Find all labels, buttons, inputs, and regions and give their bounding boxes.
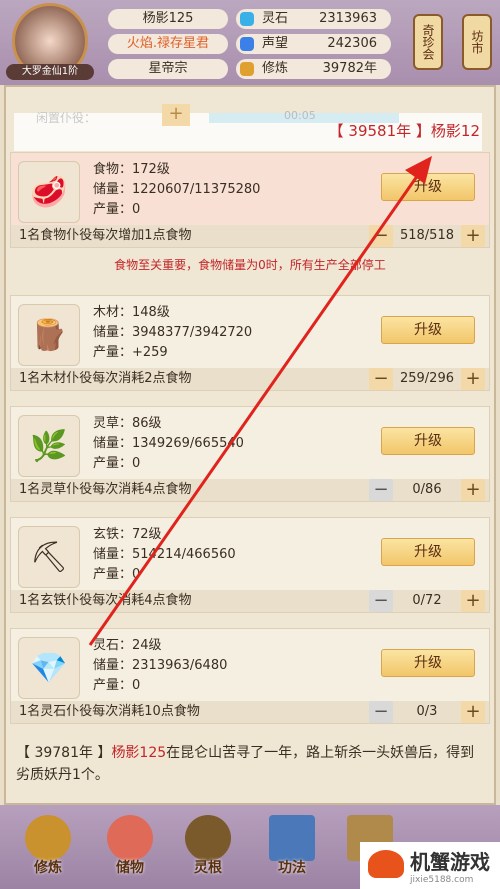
crab-logo-icon: [368, 850, 404, 878]
watermark-url: jixie5188.com: [410, 875, 474, 885]
red-arrow-annotation: [88, 156, 432, 646]
watermark-title: 机蟹游戏: [410, 850, 490, 874]
watermark: 机蟹游戏 jixie5188.com: [360, 842, 500, 889]
